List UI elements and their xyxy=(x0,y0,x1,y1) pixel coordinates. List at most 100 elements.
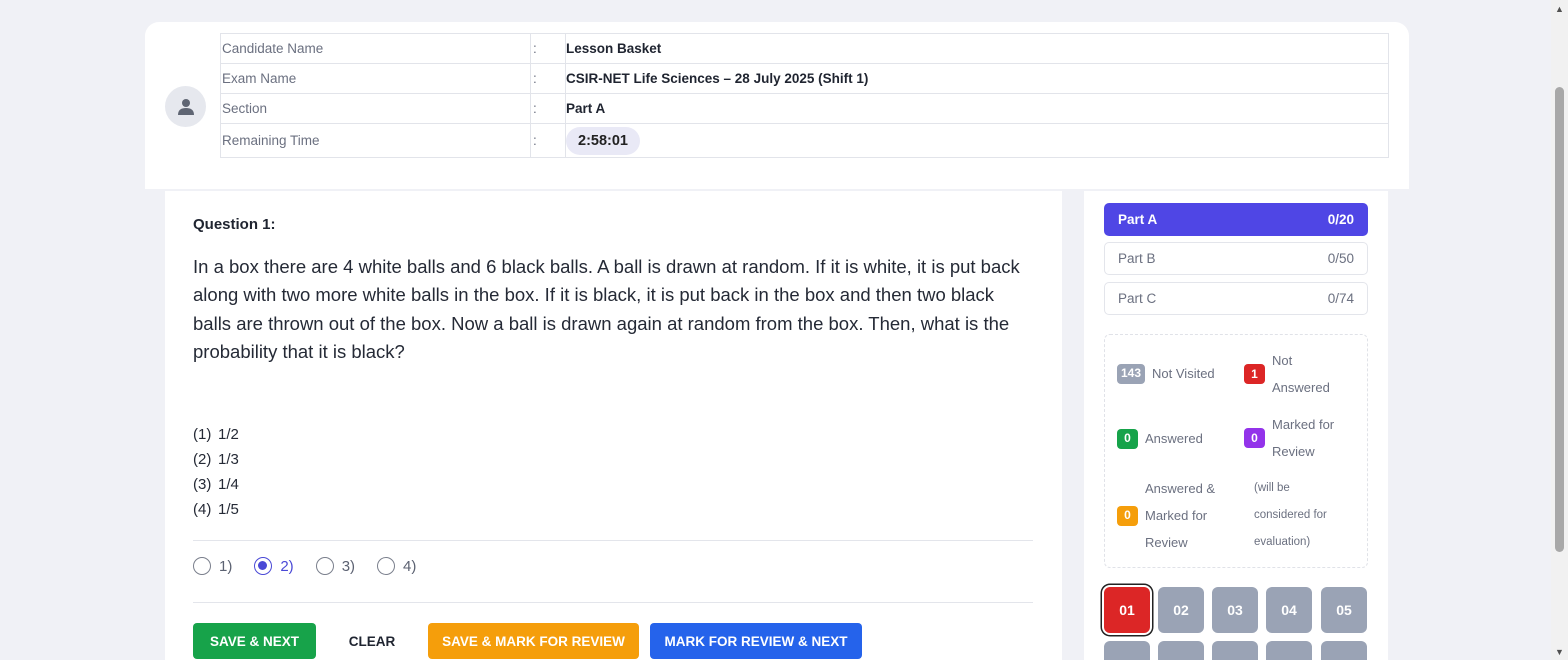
save-next-button[interactable]: SAVE & NEXT xyxy=(193,623,316,659)
question-number-button[interactable]: 04 xyxy=(1266,587,1312,633)
option-item: (1) 1/2 xyxy=(193,422,239,447)
info-label: Remaining Time xyxy=(220,123,531,158)
section-name: Part A xyxy=(565,93,1389,124)
answered-marked-count: 0 xyxy=(1117,505,1138,526)
info-row-time: Remaining Time : 2:58:01 xyxy=(220,123,1389,158)
legend-note-line: (will be xyxy=(1254,482,1290,494)
option-text: 1/4 xyxy=(218,476,239,493)
legend-answered-marked: 0 Answered & Marked for Review xyxy=(1117,475,1215,556)
scrollbar-thumb[interactable] xyxy=(1555,87,1564,552)
answer-radio-group: 1) 2) 3) 4) xyxy=(193,557,438,575)
radio-circle[interactable] xyxy=(193,557,211,575)
option-item: (2) 1/3 xyxy=(193,447,239,472)
save-mark-review-button[interactable]: SAVE & MARK FOR REVIEW xyxy=(428,623,639,659)
option-text: 1/5 xyxy=(218,501,239,518)
question-panel: Question 1: In a box there are 4 white b… xyxy=(165,191,1062,660)
info-separator: : xyxy=(530,33,566,64)
info-row-exam: Exam Name : CSIR-NET Life Sciences – 28 … xyxy=(220,63,1389,94)
chevron-up-icon[interactable]: ▲ xyxy=(1551,0,1568,17)
answer-label: 4) xyxy=(403,557,417,575)
answer-radio-3[interactable]: 3) xyxy=(315,557,356,575)
info-row-candidate: Candidate Name : Lesson Basket xyxy=(220,33,1389,64)
part-tab-b[interactable]: Part B 0/50 xyxy=(1104,242,1368,275)
question-text: In a box there are 4 white balls and 6 b… xyxy=(193,256,1020,362)
divider xyxy=(193,602,1033,603)
legend-not-visited: 143 Not Visited xyxy=(1117,360,1215,387)
clear-button[interactable]: CLEAR xyxy=(327,623,417,659)
status-legend: 143 Not Visited 1 Not Answered 0 Answered… xyxy=(1104,334,1368,568)
info-row-section: Section : Part A xyxy=(220,93,1389,124)
remaining-time-cell: 2:58:01 xyxy=(565,123,1389,158)
answer-radio-2[interactable]: 2) xyxy=(254,557,294,575)
radio-circle[interactable] xyxy=(315,557,334,575)
legend-note-line: considered for xyxy=(1254,509,1327,521)
legend-label-line: Review xyxy=(1272,444,1315,459)
legend-answered: 0 Answered xyxy=(1117,425,1203,452)
not-visited-count: 143 xyxy=(1117,363,1146,384)
part-name: Part C xyxy=(1118,291,1157,306)
option-number: (1) xyxy=(193,426,212,443)
legend-label-line: Answered & xyxy=(1145,481,1216,496)
info-label: Section xyxy=(220,93,531,124)
candidate-info-table: Candidate Name : Lesson Basket Exam Name… xyxy=(220,33,1389,158)
marked-count: 0 xyxy=(1244,428,1265,448)
chevron-down-icon[interactable]: ▼ xyxy=(1551,643,1568,660)
user-icon xyxy=(177,98,194,115)
question-number-button[interactable] xyxy=(1321,641,1367,660)
page-scrollbar[interactable]: ▲ ▼ xyxy=(1551,0,1568,660)
option-item: (3) 1/4 xyxy=(193,472,239,497)
part-count: 0/74 xyxy=(1327,291,1354,306)
legend-label-line: Marked for xyxy=(1272,417,1335,432)
mark-review-next-button[interactable]: MARK FOR REVIEW & NEXT xyxy=(650,623,862,659)
option-number: (4) xyxy=(193,501,212,518)
option-number: (3) xyxy=(193,476,212,493)
option-number: (2) xyxy=(193,451,212,468)
part-count: 0/20 xyxy=(1327,212,1354,227)
option-list: (1) 1/2 (2) 1/3 (3) 1/4 (4) 1/5 xyxy=(193,422,239,522)
answer-label: 1) xyxy=(219,557,233,575)
answered-count: 0 xyxy=(1117,428,1138,449)
legend-note-line: evaluation) xyxy=(1254,536,1311,548)
question-number-button[interactable] xyxy=(1212,641,1258,660)
divider xyxy=(193,540,1033,541)
navigation-panel: Part A 0/20 Part B 0/50 Part C 0/74 143 … xyxy=(1084,191,1388,660)
exam-name: CSIR-NET Life Sciences – 28 July 2025 (S… xyxy=(565,63,1389,94)
legend-label-line: Answered xyxy=(1272,380,1330,395)
info-label: Exam Name xyxy=(220,63,531,94)
option-text: 1/2 xyxy=(218,426,239,443)
legend-label-line: Not xyxy=(1272,353,1293,368)
answer-label: 3) xyxy=(341,557,356,575)
info-separator: : xyxy=(530,93,566,124)
part-count: 0/50 xyxy=(1327,251,1354,266)
option-item: (4) 1/5 xyxy=(193,497,239,522)
legend-label-line: Review xyxy=(1145,535,1188,550)
remaining-time: 2:58:01 xyxy=(566,126,640,155)
action-bar: SAVE & NEXT CLEAR SAVE & MARK FOR REVIEW… xyxy=(193,623,873,659)
question-number-button[interactable]: 01 xyxy=(1104,587,1150,633)
question-number-button[interactable] xyxy=(1104,641,1150,660)
info-separator: : xyxy=(530,123,566,158)
question-number-button[interactable]: 02 xyxy=(1158,587,1204,633)
part-tab-a[interactable]: Part A 0/20 xyxy=(1104,203,1368,236)
part-name: Part B xyxy=(1118,251,1156,266)
answer-label: 2) xyxy=(280,557,294,575)
radio-circle[interactable] xyxy=(377,557,396,575)
question-number-button[interactable]: 03 xyxy=(1212,587,1258,633)
legend-label: Marked for Review xyxy=(1272,411,1334,465)
legend-label: Answered & Marked for Review xyxy=(1145,475,1215,556)
legend-evaluation-note: (will be considered for evaluation) xyxy=(1254,475,1327,556)
legend-label-line: Marked for xyxy=(1145,508,1208,523)
answer-radio-4[interactable]: 4) xyxy=(377,557,416,575)
question-title: Question 1: xyxy=(193,216,276,233)
question-number-button[interactable] xyxy=(1158,641,1204,660)
radio-circle[interactable] xyxy=(254,557,273,575)
part-tab-c[interactable]: Part C 0/74 xyxy=(1104,282,1368,315)
candidate-info-card: Candidate Name : Lesson Basket Exam Name… xyxy=(145,22,1409,189)
question-number-button[interactable]: 05 xyxy=(1321,587,1367,633)
legend-label: Not Answered xyxy=(1272,347,1330,401)
legend-not-answered: 1 Not Answered xyxy=(1244,347,1330,401)
candidate-name: Lesson Basket xyxy=(565,33,1389,64)
answer-radio-1[interactable]: 1) xyxy=(193,557,232,575)
avatar xyxy=(165,86,206,127)
question-number-button[interactable] xyxy=(1266,641,1312,660)
